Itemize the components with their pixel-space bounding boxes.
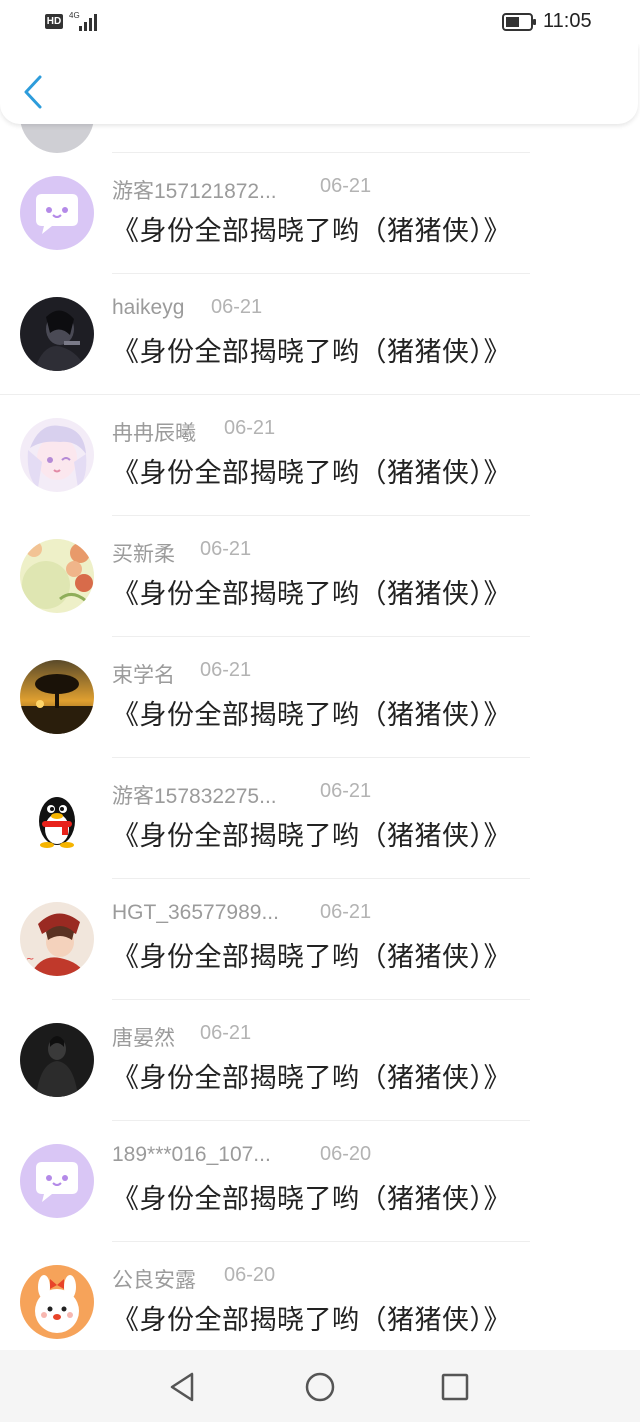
cartoon-bunny-avatar[interactable] [20, 1265, 94, 1339]
list-item[interactable]: 189***016_107... 06-20 《身份全部揭晓了哟（猪猪侠）》 [0, 1121, 640, 1242]
list-item[interactable]: 束学名 06-21 《身份全部揭晓了哟（猪猪侠）》 [0, 637, 640, 758]
chat-bubble-avatar[interactable] [20, 176, 94, 250]
signal-icon [79, 14, 97, 31]
nav-recents-button[interactable] [438, 1370, 472, 1404]
clock: 11:05 [543, 10, 592, 32]
list-item[interactable]: 冉冉辰曦 06-21 《身份全部揭晓了哟（猪猪侠）》 [0, 395, 640, 516]
comment-date: 06-20 [320, 1143, 372, 1165]
username[interactable]: 189***016_107... [112, 1143, 271, 1167]
system-nav-bar [0, 1350, 640, 1422]
list-item[interactable]: 买新柔 06-21 《身份全部揭晓了哟（猪猪侠）》 [0, 516, 640, 637]
comment-text[interactable]: 《身份全部揭晓了哟（猪猪侠）》 [112, 451, 511, 490]
battery-icon [502, 13, 536, 31]
list-item[interactable]: haikeyg 06-21 《身份全部揭晓了哟（猪猪侠）》 [0, 274, 640, 395]
comment-text[interactable]: 《身份全部揭晓了哟（猪猪侠）》 [112, 935, 511, 974]
floral-avatar[interactable] [20, 539, 94, 613]
comment-text[interactable]: 《身份全部揭晓了哟（猪猪侠）》 [112, 330, 511, 369]
comment-text[interactable]: 《身份全部揭晓了哟（猪猪侠）》 [112, 693, 511, 732]
comment-date: 06-21 [320, 780, 372, 802]
comment-date: 06-21 [211, 296, 263, 318]
nav-home-button[interactable] [303, 1370, 337, 1404]
back-button[interactable] [18, 72, 48, 112]
comment-date: 06-21 [320, 901, 372, 923]
comment-date: 06-21 [320, 175, 372, 197]
dark-figure-avatar[interactable] [20, 1023, 94, 1097]
list-item[interactable]: 游客157832275... 06-21 《身份全部揭晓了哟（猪猪侠）》 [0, 758, 640, 879]
list-item[interactable]: ~ HGT_36577989... 06-21 《身份全部揭晓了哟（猪猪侠）》 [0, 879, 640, 1000]
username[interactable]: 冉冉辰曦 [112, 417, 196, 447]
anime-girl-avatar[interactable] [20, 418, 94, 492]
triangle-back-icon [170, 1372, 194, 1402]
comment-date: 06-21 [200, 538, 252, 560]
chat-bubble-avatar[interactable] [20, 1144, 94, 1218]
square-recents-icon [441, 1373, 469, 1401]
comment-text[interactable]: 《身份全部揭晓了哟（猪猪侠）》 [112, 572, 511, 611]
chevron-left-icon [24, 75, 42, 109]
list-item-partial [0, 124, 640, 153]
username[interactable]: 买新柔 [112, 538, 175, 568]
comment-date: 06-21 [200, 659, 252, 681]
penguin-avatar[interactable] [20, 781, 94, 855]
top-header [0, 44, 638, 124]
list-item[interactable]: 唐晏然 06-21 《身份全部揭晓了哟（猪猪侠）》 [0, 1000, 640, 1121]
comment-text[interactable]: 《身份全部揭晓了哟（猪猪侠）》 [112, 1177, 511, 1216]
dark-portrait-avatar[interactable] [20, 297, 94, 371]
comment-text[interactable]: 《身份全部揭晓了哟（猪猪侠）》 [112, 1298, 511, 1337]
list-item[interactable]: 公良安露 06-20 《身份全部揭晓了哟（猪猪侠）》 [0, 1242, 640, 1350]
circle-home-icon [305, 1372, 335, 1402]
comment-date: 06-21 [224, 417, 276, 439]
username[interactable]: 束学名 [112, 659, 175, 689]
comment-text[interactable]: 《身份全部揭晓了哟（猪猪侠）》 [112, 814, 511, 853]
sunset-tree-avatar[interactable] [20, 660, 94, 734]
avatar[interactable] [20, 124, 94, 153]
username[interactable]: 公良安露 [112, 1264, 196, 1294]
svg-text:~: ~ [26, 954, 34, 965]
anime-character-avatar[interactable]: ~ [20, 902, 94, 976]
status-bar: HD 4G 11:05 [0, 0, 640, 44]
username[interactable]: 游客157121872... [112, 175, 277, 205]
username[interactable]: HGT_36577989... [112, 901, 279, 925]
comment-list[interactable]: 游客157121872... 06-21 《身份全部揭晓了哟（猪猪侠）》 hai… [0, 124, 640, 1350]
list-item[interactable]: 游客157121872... 06-21 《身份全部揭晓了哟（猪猪侠）》 [0, 153, 640, 274]
comment-text[interactable]: 《身份全部揭晓了哟（猪猪侠）》 [112, 1056, 511, 1095]
comment-date: 06-21 [200, 1022, 252, 1044]
username[interactable]: 唐晏然 [112, 1022, 175, 1052]
username[interactable]: haikeyg [112, 296, 184, 320]
nav-back-button[interactable] [166, 1370, 200, 1404]
username[interactable]: 游客157832275... [112, 780, 277, 810]
comment-date: 06-20 [224, 1264, 276, 1286]
hd-badge: HD [45, 14, 63, 29]
comment-text[interactable]: 《身份全部揭晓了哟（猪猪侠）》 [112, 209, 511, 248]
